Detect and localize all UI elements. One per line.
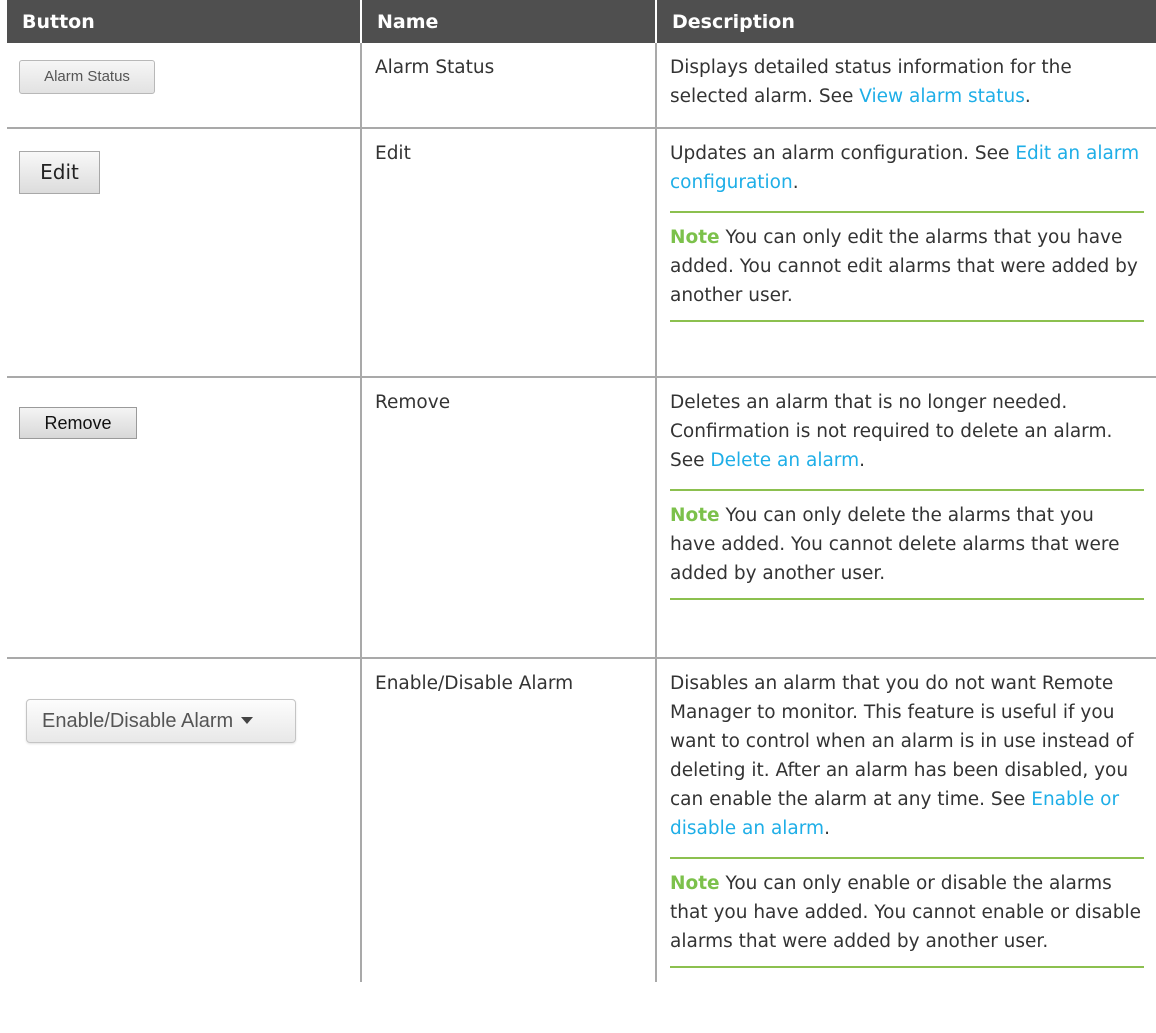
- note-box: Note You can only delete the alarms that…: [670, 489, 1144, 600]
- button-cell: Enable/Disable Alarm: [7, 658, 361, 982]
- note-text: You can only edit the alarms that you ha…: [670, 227, 1138, 306]
- enable-disable-alarm-button-image: Enable/Disable Alarm: [26, 699, 296, 743]
- delete-alarm-link[interactable]: Delete an alarm: [710, 450, 859, 471]
- header-name: Name: [360, 0, 656, 43]
- alarm-buttons-table: Button Name Description Alarm Status Ala…: [7, 0, 1156, 982]
- description-tail: .: [792, 172, 799, 193]
- description-cell: Disables an alarm that you do not want R…: [655, 658, 1156, 982]
- note-box: Note You can only enable or disable the …: [670, 857, 1144, 968]
- note-text: You can only enable or disable the alarm…: [670, 873, 1142, 952]
- description-cell: Displays detailed status information for…: [655, 43, 1156, 129]
- description-cell: Updates an alarm configuration. See Edit…: [655, 128, 1156, 378]
- table-row: Alarm Status Alarm Status Displays detai…: [7, 43, 1156, 129]
- description-tail: .: [859, 450, 866, 471]
- button-cell: Edit: [7, 128, 361, 378]
- note-text: You can only delete the alarms that you …: [670, 505, 1120, 584]
- note-label: Note: [670, 505, 720, 526]
- table-header-row: Button Name Description: [7, 0, 1156, 43]
- name-cell: Remove: [360, 377, 656, 659]
- remove-button-image: Remove: [19, 407, 137, 439]
- note-label: Note: [670, 873, 720, 894]
- table-row: Enable/Disable Alarm Enable/Disable Alar…: [7, 658, 1156, 982]
- name-cell: Enable/Disable Alarm: [360, 658, 656, 982]
- name-cell: Edit: [360, 128, 656, 378]
- name-cell: Alarm Status: [360, 43, 656, 129]
- description-paragraph: Disables an alarm that you do not want R…: [670, 669, 1144, 843]
- enable-disable-label: Enable/Disable Alarm: [42, 710, 234, 732]
- view-alarm-status-link[interactable]: View alarm status: [859, 86, 1025, 107]
- description-cell: Deletes an alarm that is no longer neede…: [655, 377, 1156, 659]
- description-tail: .: [824, 818, 830, 839]
- description-paragraph: Updates an alarm configuration. See Edit…: [670, 139, 1144, 197]
- note-label: Note: [670, 227, 720, 248]
- button-cell: Remove: [7, 377, 361, 659]
- button-cell: Alarm Status: [7, 43, 361, 129]
- caret-down-icon: [241, 716, 254, 724]
- table-row: Edit Edit Updates an alarm configuration…: [7, 128, 1156, 378]
- header-button: Button: [7, 0, 361, 43]
- description-tail: .: [1024, 86, 1031, 107]
- description-text: Updates an alarm configuration. See: [670, 143, 1016, 164]
- table-row: Remove Remove Deletes an alarm that is n…: [7, 377, 1156, 659]
- description-paragraph: Deletes an alarm that is no longer neede…: [670, 388, 1144, 475]
- edit-button-image: Edit: [19, 151, 100, 194]
- header-description: Description: [655, 0, 1156, 43]
- note-box: Note You can only edit the alarms that y…: [670, 211, 1144, 322]
- alarm-status-button-image: Alarm Status: [19, 60, 155, 94]
